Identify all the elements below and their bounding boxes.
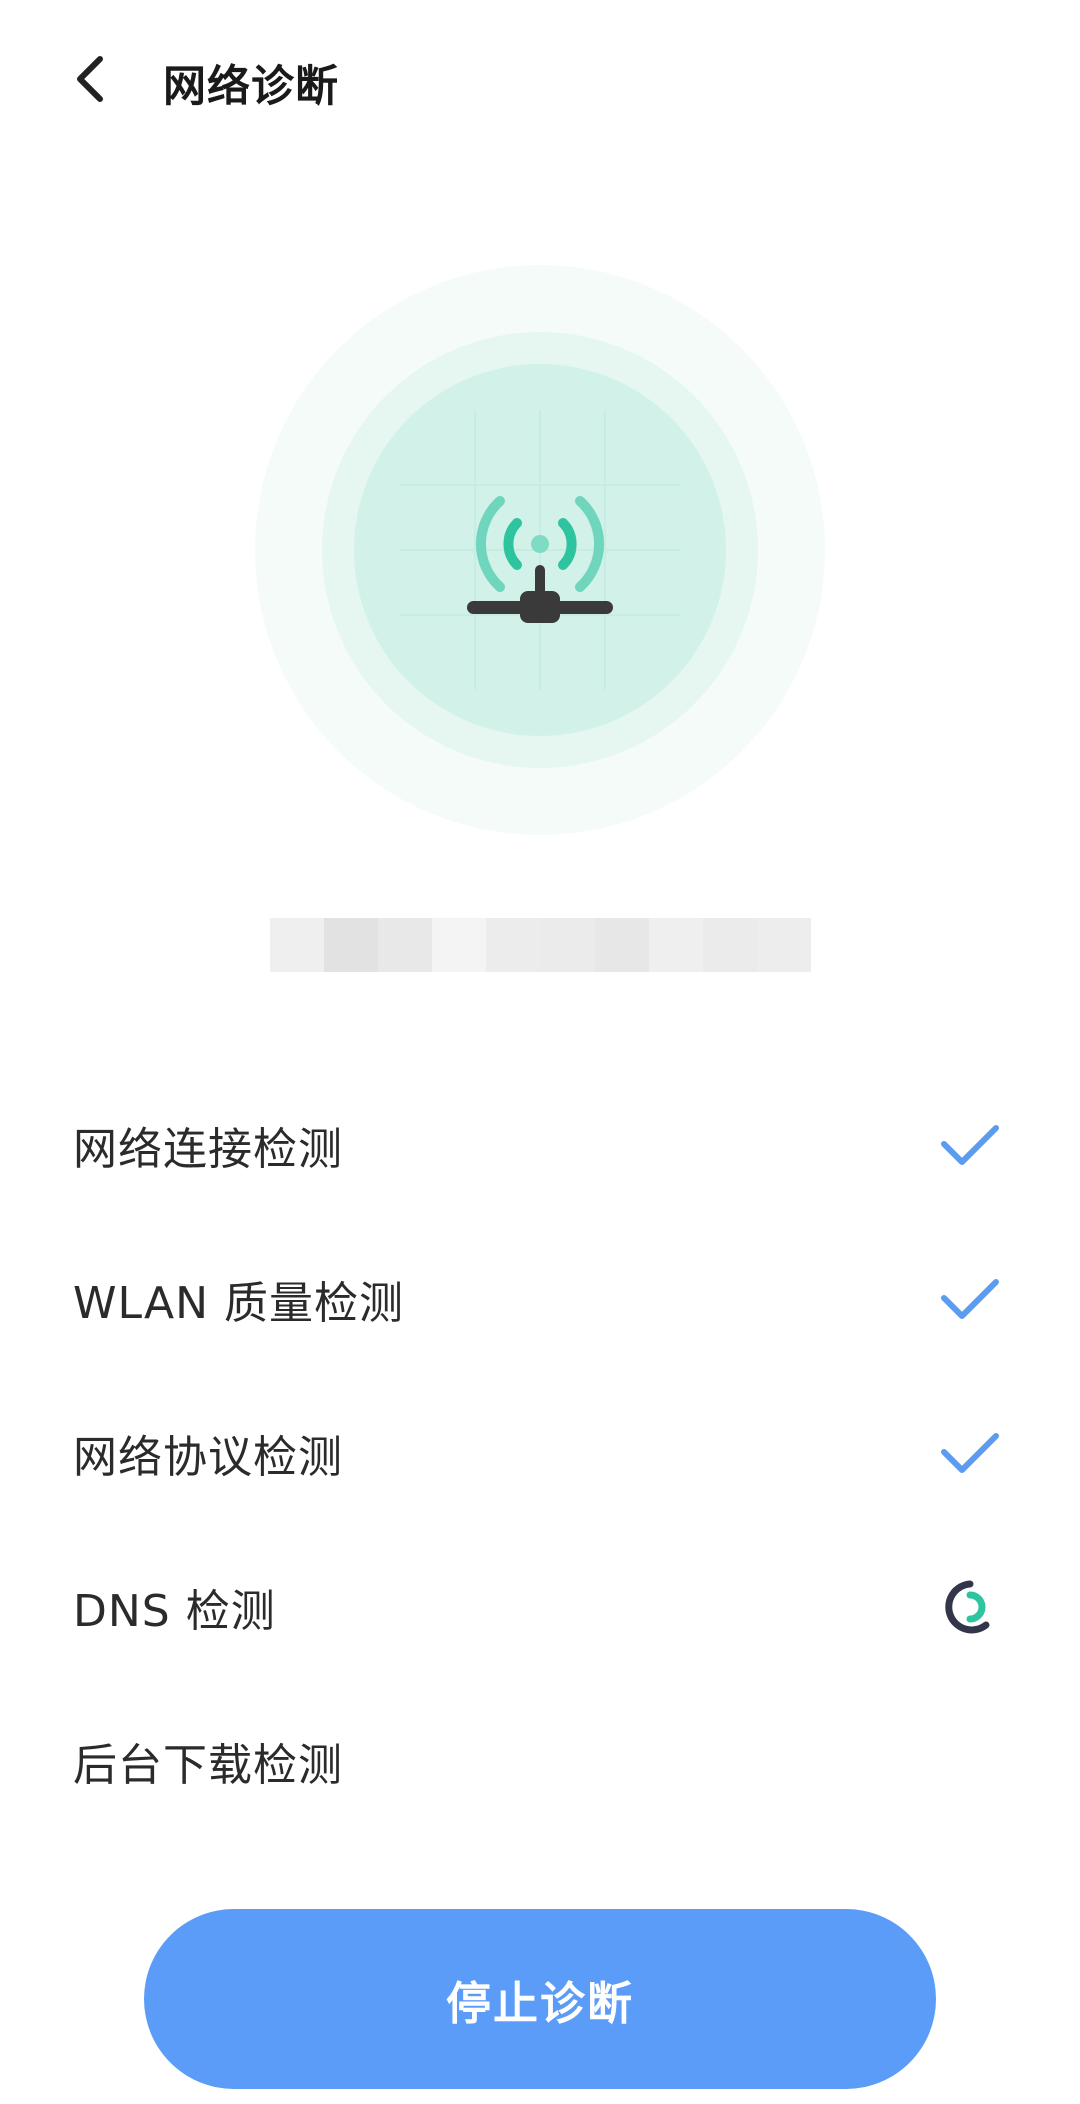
check-item-network-connection: 网络连接检测 bbox=[0, 1068, 1080, 1222]
diagnosis-illustration bbox=[255, 265, 825, 835]
page-title: 网络诊断 bbox=[163, 62, 339, 112]
check-label: 网络协议检测 bbox=[73, 1432, 343, 1483]
check-label: DNS 检测 bbox=[73, 1586, 276, 1637]
checkmark-icon bbox=[938, 1267, 1002, 1331]
checkmark-icon bbox=[938, 1421, 1002, 1485]
back-button[interactable] bbox=[60, 44, 120, 114]
check-label: 网络连接检测 bbox=[73, 1124, 343, 1175]
check-item-dns: DNS 检测 bbox=[0, 1530, 1080, 1684]
checkmark-icon bbox=[938, 1113, 1002, 1177]
top-app-bar: 网络诊断 bbox=[0, 0, 1080, 160]
check-label: WLAN 质量检测 bbox=[73, 1278, 405, 1329]
network-name-masked bbox=[270, 918, 811, 972]
check-item-wlan-quality: WLAN 质量检测 bbox=[0, 1222, 1080, 1376]
check-item-network-protocol: 网络协议检测 bbox=[0, 1376, 1080, 1530]
check-item-background-download: 后台下载检测 bbox=[0, 1684, 1080, 1838]
stop-diagnosis-button[interactable]: 停止诊断 bbox=[144, 1909, 936, 2089]
chevron-left-icon bbox=[77, 56, 103, 102]
diagnosis-check-list: 网络连接检测 WLAN 质量检测 网络协议检测 DNS 检测 后台下载检测 bbox=[0, 1068, 1080, 1838]
check-label: 后台下载检测 bbox=[73, 1740, 343, 1791]
loading-spinner-icon bbox=[938, 1575, 1002, 1639]
